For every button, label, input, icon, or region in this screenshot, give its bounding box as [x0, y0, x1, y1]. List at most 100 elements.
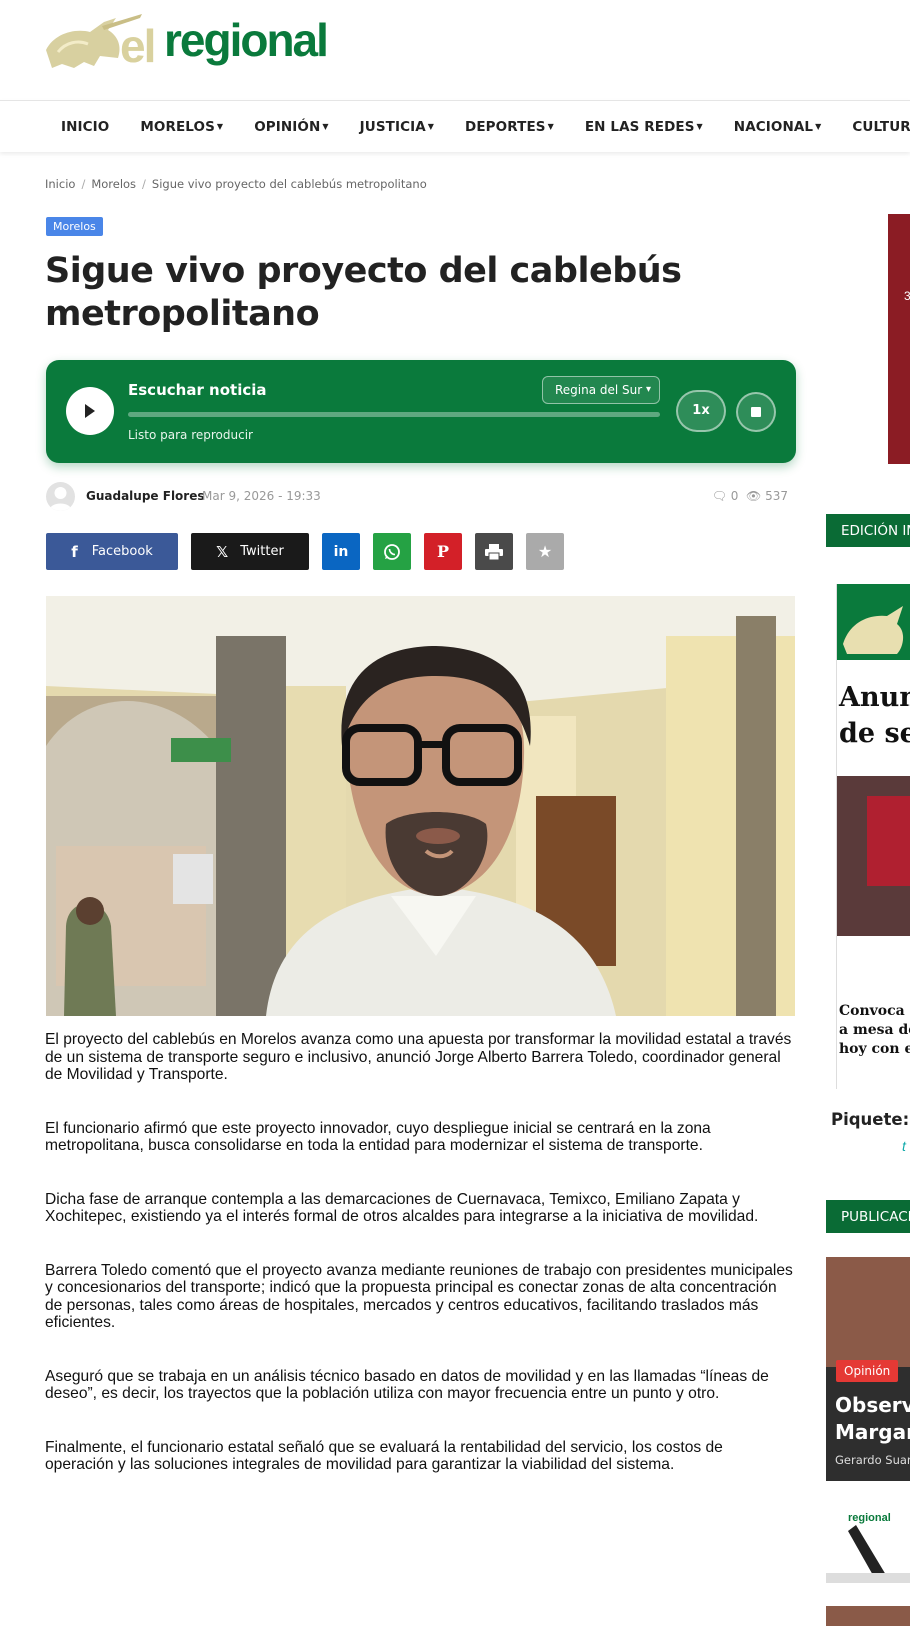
nav-item-label: JUSTICIA — [359, 119, 426, 135]
nav-item-en-las-redes[interactable]: EN LAS REDES ▼ — [585, 119, 703, 135]
breadcrumb: Inicio / Morelos / Sigue vivo proyecto del c… — [45, 177, 427, 191]
nav-item-justicia[interactable]: JUSTICIA ▼ — [360, 119, 434, 135]
paper-subheadline: Convoca la a mesa de d hoy con estu — [839, 1002, 910, 1059]
printer-icon — [485, 543, 503, 560]
share-pinterest-button[interactable]: P — [424, 533, 462, 570]
piquete-link-text: t — [902, 1138, 906, 1154]
article-paragraph: El funcionario afirmó que este proyecto … — [45, 1119, 711, 1155]
paper-logo-icon — [843, 606, 904, 654]
print-button[interactable] — [475, 533, 513, 570]
favorite-button[interactable]: ★ — [526, 533, 564, 570]
linkedin-icon: in — [333, 543, 349, 560]
voice-select-value: Regina del Sur — [555, 383, 643, 397]
edition-heading: EDICIÓN IM — [826, 514, 910, 547]
paper-sub-line: a mesa de d — [839, 1022, 910, 1038]
caret-down-icon: ▼ — [815, 122, 822, 131]
author-avatar[interactable] — [46, 482, 75, 511]
nav-item-cultura[interactable]: CULTURA▼ — [852, 119, 910, 135]
player-title: Escuchar noticia — [128, 381, 267, 399]
paper-headline: Anunci de segu — [839, 680, 910, 752]
svg-text:regional: regional — [848, 1512, 891, 1524]
nav-item-label: EN LAS REDES — [584, 119, 695, 135]
x-icon: 𝕏 — [216, 542, 229, 561]
share-bar: f Facebook 𝕏 Twitter in P ★ — [46, 533, 577, 570]
play-button[interactable] — [66, 387, 114, 435]
voice-select[interactable]: Regina del Sur ▾ — [542, 376, 660, 404]
publication-author[interactable]: Gerardo Suare — [835, 1453, 910, 1467]
player-progress-bar[interactable] — [128, 412, 660, 417]
columnist-card[interactable]: regional — [826, 1505, 910, 1583]
facebook-label: Facebook — [91, 544, 153, 559]
audio-player: Escuchar noticia Listo para reproducir R… — [46, 360, 796, 463]
article-body: El proyecto del cablebús en Morelos avan… — [45, 1031, 795, 1510]
paper-headline-line: de segu — [839, 718, 910, 749]
logo-text: regional — [164, 14, 329, 66]
category-badge[interactable]: Morelos — [46, 217, 103, 236]
columnist-logo-icon: regional — [826, 1512, 910, 1583]
nav-item-label: INICIO — [61, 119, 110, 135]
article-paragraph: El proyecto del cablebús en Morelos avan… — [45, 1031, 792, 1083]
share-linkedin-button[interactable]: in — [322, 533, 360, 570]
paper-sub-line: hoy con estu — [839, 1041, 910, 1057]
publication-card[interactable]: Opinión Observa Margari Gerardo Suare — [826, 1257, 910, 1481]
breadcrumb-separator: / — [81, 177, 86, 191]
sidebar-ad-banner[interactable]: 3 — [888, 214, 910, 464]
publication-title-line: Observa — [835, 1393, 910, 1417]
piquete-link-fragment[interactable]: t — [902, 1138, 906, 1156]
share-twitter-button[interactable]: 𝕏 Twitter — [191, 533, 309, 570]
nav-item-label: OPINIÓN — [254, 119, 321, 135]
comment-icon: 🗨 — [711, 489, 727, 503]
breadcrumb-home[interactable]: Inicio — [45, 177, 75, 191]
nav-item-label: CULTURA — [852, 119, 910, 135]
article-title: Sigue vivo proyecto del cablebús metropo… — [45, 251, 682, 334]
nav-item-label: DEPORTES — [465, 119, 546, 135]
nav-item-opinion[interactable]: OPINIÓN ▼ — [254, 119, 328, 135]
caret-down-icon: ▼ — [427, 122, 435, 131]
author-name[interactable]: Guadalupe Flores — [86, 489, 205, 503]
ad-text-fragment: 3 — [904, 289, 910, 303]
stop-icon — [751, 407, 761, 417]
nav-item-label: NACIONAL — [733, 119, 814, 135]
nav-item-deportes[interactable]: DEPORTES ▼ — [465, 119, 554, 135]
breadcrumb-current: Sigue vivo proyecto del cablebús metropo… — [151, 177, 427, 191]
publication-title-line: Margari — [835, 1420, 910, 1444]
sidebar-thumbnail[interactable] — [826, 1606, 910, 1626]
site-logo[interactable]: el regional — [44, 12, 344, 72]
facebook-icon: f — [71, 542, 78, 561]
breadcrumb-section[interactable]: Morelos — [91, 177, 136, 191]
piquete-label: Piquete: — [831, 1110, 910, 1129]
publication-title: Observa Margari — [835, 1392, 910, 1446]
nav-item-nacional[interactable]: NACIONAL ▼ — [734, 119, 822, 135]
pinterest-icon: P — [436, 542, 450, 561]
view-count: 537 — [765, 489, 788, 503]
article-photo — [46, 596, 795, 1016]
share-whatsapp-button[interactable] — [373, 533, 411, 570]
paper-photo-block — [867, 796, 910, 886]
printed-edition-cover[interactable]: Anunci de segu Convoca la a mesa de d ho… — [836, 584, 910, 1089]
eye-icon: 👁 — [746, 489, 762, 503]
publications-heading: PUBLICACI — [826, 1200, 910, 1233]
twitter-label: Twitter — [240, 544, 284, 559]
speed-button[interactable]: 1x — [676, 390, 726, 432]
svg-text:el: el — [120, 20, 154, 72]
paper-masthead — [837, 584, 910, 660]
nav-item-morelos[interactable]: MORELOS ▼ — [140, 119, 223, 135]
article-paragraph: Finalmente, el funcionario estatal señal… — [45, 1438, 723, 1474]
breadcrumb-separator: / — [142, 177, 146, 191]
publication-card-bg — [826, 1257, 910, 1367]
publish-date: Mar 9, 2026 - 19:33 — [202, 489, 321, 503]
caret-down-icon: ▼ — [547, 122, 554, 131]
share-facebook-button[interactable]: f Facebook — [46, 533, 178, 570]
comment-count[interactable]: 0 — [731, 489, 739, 503]
player-status: Listo para reproducir — [128, 428, 253, 442]
paper-sub-line: Convoca la — [839, 1003, 910, 1019]
user-icon — [49, 487, 72, 511]
opinion-badge[interactable]: Opinión — [836, 1360, 899, 1382]
photo-man-with-glasses — [46, 596, 795, 1016]
article-paragraph: Dicha fase de arranque contempla a las d… — [45, 1190, 759, 1226]
nav-item-inicio[interactable]: INICIO — [61, 119, 109, 135]
nav-item-label: MORELOS — [140, 119, 215, 135]
stop-button[interactable] — [736, 392, 776, 432]
whatsapp-icon — [384, 543, 400, 560]
star-icon: ★ — [537, 542, 553, 561]
